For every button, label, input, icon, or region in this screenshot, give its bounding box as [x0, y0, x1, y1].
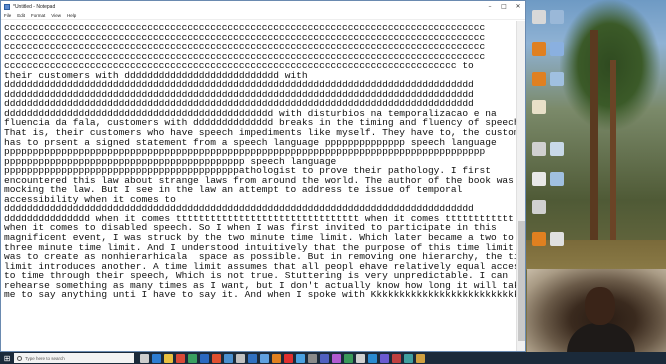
- menu-view[interactable]: View: [51, 13, 61, 18]
- menu-bar: File Edit Format View Help: [1, 12, 525, 20]
- app-icon[interactable]: [200, 353, 209, 363]
- person-head: [585, 287, 615, 325]
- desktop-icon[interactable]: [550, 172, 564, 186]
- editor-line[interactable]: me to say anything unti I have to say it…: [4, 290, 517, 300]
- desktop-icon[interactable]: [532, 142, 546, 156]
- app-icon[interactable]: [344, 353, 353, 363]
- desktop-icon[interactable]: [532, 10, 546, 24]
- menu-format[interactable]: Format: [31, 13, 45, 18]
- vertical-scrollbar[interactable]: [516, 21, 525, 351]
- task-view-icon[interactable]: [140, 353, 149, 363]
- minimize-button[interactable]: –: [483, 1, 497, 12]
- app-icon[interactable]: [248, 353, 257, 363]
- text-editor[interactable]: cccccccccccccccccccccccccccccccccccccccc…: [1, 21, 517, 351]
- app-icon[interactable]: [260, 353, 269, 363]
- search-placeholder: Type here to search: [25, 355, 65, 361]
- desktop-icon[interactable]: [550, 10, 564, 24]
- wallpaper-tree-trunk: [610, 60, 616, 260]
- app-icon[interactable]: [380, 353, 389, 363]
- taskbar-icons: [140, 353, 428, 363]
- start-button[interactable]: ⊞: [0, 352, 14, 364]
- desktop-icon[interactable]: [532, 100, 546, 114]
- window-title: *Untitled - Notepad: [13, 3, 56, 10]
- desktop-icon[interactable]: [550, 72, 564, 86]
- person-body: [567, 323, 635, 353]
- vlc-icon[interactable]: [532, 42, 546, 56]
- app-icon[interactable]: [296, 353, 305, 363]
- desktop-icon[interactable]: [550, 232, 564, 246]
- menu-file[interactable]: File: [4, 13, 11, 18]
- maximize-button[interactable]: □: [497, 1, 511, 12]
- app-icon[interactable]: [236, 353, 245, 363]
- vlc-icon[interactable]: [532, 72, 546, 86]
- notepad-icon: [4, 3, 10, 10]
- desktop-icon[interactable]: [550, 42, 564, 56]
- wallpaper-tree-trunk: [590, 30, 598, 250]
- desktop: *Untitled - Notepad – □ ✕ File Edit Form…: [0, 0, 666, 364]
- app-icon[interactable]: [320, 353, 329, 363]
- taskbar-search[interactable]: Type here to search: [14, 353, 134, 363]
- app-icon[interactable]: [416, 353, 425, 363]
- app-icon[interactable]: [404, 353, 413, 363]
- desktop-icon[interactable]: [550, 142, 564, 156]
- app-icon[interactable]: [368, 353, 377, 363]
- webcam-video: [527, 269, 666, 353]
- vlc-icon[interactable]: [532, 232, 546, 246]
- desktop-icon[interactable]: [532, 200, 546, 214]
- app-icon[interactable]: [332, 353, 341, 363]
- chrome-icon[interactable]: [176, 353, 185, 363]
- search-icon: [17, 355, 22, 361]
- app-icon[interactable]: [356, 353, 365, 363]
- menu-help[interactable]: Help: [67, 13, 76, 18]
- notepad-window: *Untitled - Notepad – □ ✕ File Edit Form…: [0, 0, 526, 352]
- app-icon[interactable]: [224, 353, 233, 363]
- menu-edit[interactable]: Edit: [17, 13, 25, 18]
- app-icon[interactable]: [392, 353, 401, 363]
- desktop-icon[interactable]: [532, 172, 546, 186]
- vlc-icon[interactable]: [272, 353, 281, 363]
- editor-content[interactable]: cccccccccccccccccccccccccccccccccccccccc…: [4, 23, 517, 300]
- app-icon[interactable]: [212, 353, 221, 363]
- scrollbar-thumb[interactable]: [518, 221, 525, 341]
- taskbar: ⊞ Type here to search: [0, 352, 666, 364]
- app-icon[interactable]: [284, 353, 293, 363]
- title-bar[interactable]: *Untitled - Notepad – □ ✕: [1, 1, 525, 12]
- edge-icon[interactable]: [152, 353, 161, 363]
- app-icon[interactable]: [308, 353, 317, 363]
- app-icon[interactable]: [188, 353, 197, 363]
- close-button[interactable]: ✕: [511, 1, 525, 12]
- explorer-icon[interactable]: [164, 353, 173, 363]
